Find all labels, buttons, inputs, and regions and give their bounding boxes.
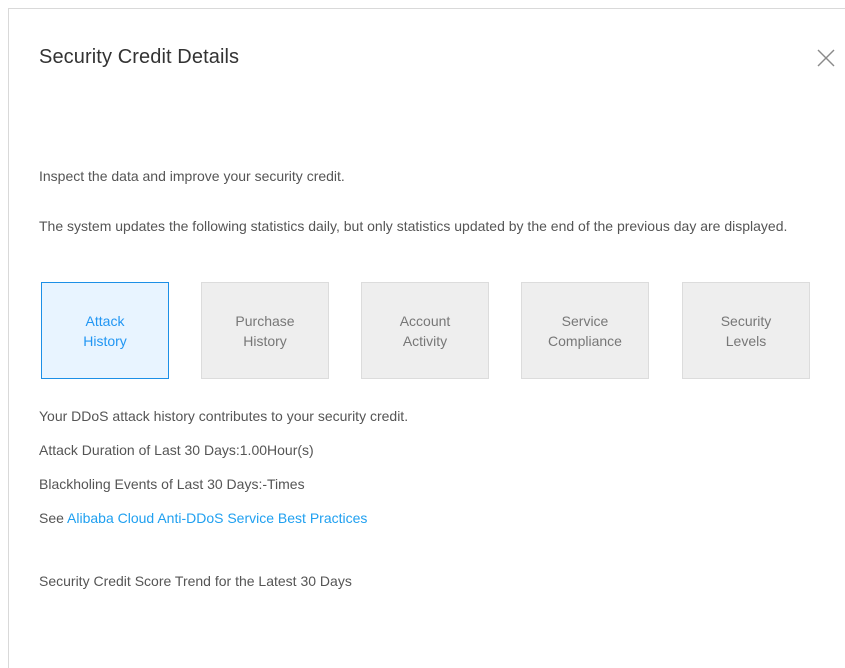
tab-purchase-history[interactable]: Purchase History xyxy=(201,282,329,379)
dialog-title: Security Credit Details xyxy=(39,46,240,68)
tab-security-levels[interactable]: Security Levels xyxy=(682,282,810,379)
trend-title: Security Credit Score Trend for the Late… xyxy=(39,573,352,589)
close-icon[interactable] xyxy=(815,47,837,69)
blackholing-events: Blackholing Events of Last 30 Days:-Time… xyxy=(39,476,305,492)
tab-account-activity[interactable]: Account Activity xyxy=(361,282,489,379)
tab-service-compliance[interactable]: Service Compliance xyxy=(521,282,649,379)
attack-duration: Attack Duration of Last 30 Days:1.00Hour… xyxy=(39,442,314,458)
security-credit-dialog: Security Credit Details Inspect the data… xyxy=(8,8,845,668)
attack-history-description: Your DDoS attack history contributes to … xyxy=(39,408,409,424)
update-notice: The system updates the following statist… xyxy=(39,218,788,234)
best-practices-link[interactable]: Alibaba Cloud Anti-DDoS Service Best Pra… xyxy=(67,510,367,526)
intro-text: Inspect the data and improve your securi… xyxy=(39,168,345,184)
see-prefix: See xyxy=(39,510,68,526)
tab-attack-history[interactable]: Attack History xyxy=(41,282,169,379)
best-practices-line: See Alibaba Cloud Anti-DDoS Service Best… xyxy=(39,507,367,529)
